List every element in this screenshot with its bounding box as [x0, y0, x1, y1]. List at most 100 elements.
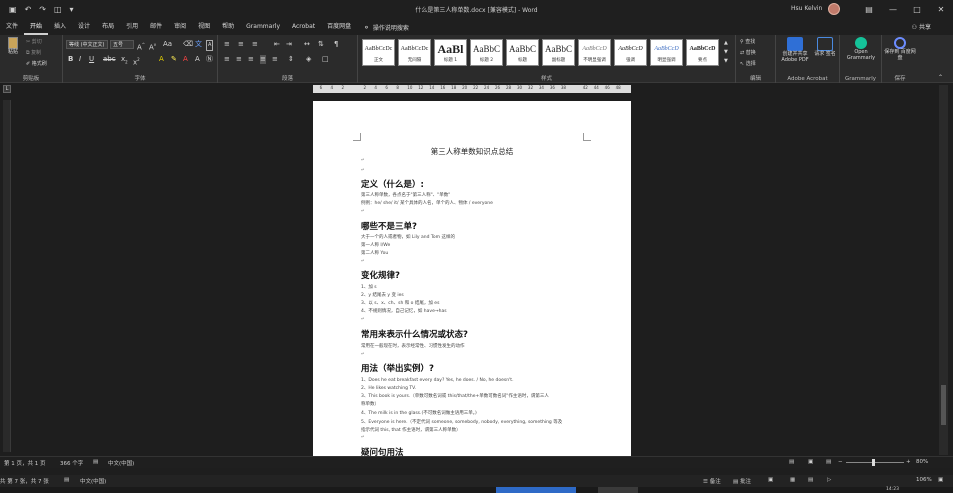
tab-insert[interactable]: 插入: [48, 19, 72, 35]
zoom-level[interactable]: 80%: [916, 459, 928, 465]
increase-indent-icon[interactable]: ⇥: [286, 40, 292, 49]
tab-layout[interactable]: 布局: [96, 19, 120, 35]
slide-count[interactable]: 共 第 7 张，共 7 张: [0, 477, 49, 485]
share-button[interactable]: ⚇ 共享: [912, 22, 931, 31]
borders-icon[interactable]: □: [322, 55, 329, 64]
ribbon-display-icon[interactable]: ▤: [857, 0, 881, 19]
find-button[interactable]: ⚲ 查找: [740, 38, 755, 45]
paste-button[interactable]: 粘贴: [3, 37, 23, 55]
tab-help[interactable]: 帮助: [216, 19, 240, 35]
tell-me-search[interactable]: ⚬ 操作说明搜索: [357, 23, 409, 32]
decrease-indent-icon[interactable]: ⇤: [274, 40, 280, 49]
scrollbar-thumb[interactable]: [941, 385, 946, 425]
slideshow-icon[interactable]: ▷: [827, 477, 831, 483]
asian-layout-icon[interactable]: ↔: [304, 40, 310, 49]
minimize-icon[interactable]: —: [881, 0, 905, 19]
zoom-slider[interactable]: [846, 459, 904, 466]
zoom-out-icon[interactable]: −: [838, 459, 843, 465]
style-subtle-emphasis[interactable]: AaBbCcD 不明显强调: [578, 39, 611, 66]
select-button[interactable]: ↖ 选择: [740, 60, 756, 67]
grow-font-icon[interactable]: A^: [137, 40, 145, 52]
normal-view-icon[interactable]: ▣: [768, 477, 773, 483]
web-layout-icon[interactable]: ▤: [826, 459, 831, 465]
proofing-icon[interactable]: ▤: [93, 459, 98, 465]
notes-button[interactable]: ☰ 备注: [703, 477, 721, 485]
horizontal-ruler[interactable]: 6 4 2 2 4 6 8 10 12 14 16 18 20 22 24 26 28 30 32 34 36 38 42 4…: [313, 85, 631, 93]
open-grammarly-button[interactable]: Open Grammarly: [842, 37, 880, 61]
align-right-icon[interactable]: ≡: [248, 55, 254, 64]
change-case-icon[interactable]: Aa: [163, 40, 172, 49]
justify-icon[interactable]: ≡: [260, 55, 266, 64]
align-left-icon[interactable]: ≡: [224, 55, 230, 64]
maximize-icon[interactable]: □: [905, 0, 929, 19]
font-color-icon[interactable]: A: [183, 55, 188, 64]
tab-mailings[interactable]: 邮件: [144, 19, 168, 35]
tab-file[interactable]: 文件: [0, 19, 24, 35]
format-painter-button[interactable]: ✐ 格式刷: [26, 60, 47, 67]
style-strong[interactable]: AaBbCcD 要点: [686, 39, 719, 66]
tab-acrobat[interactable]: Acrobat: [286, 19, 321, 35]
align-center-icon[interactable]: ≡: [236, 55, 242, 64]
word-count[interactable]: 366 个字: [60, 459, 83, 467]
strikethrough-icon[interactable]: abc: [103, 55, 116, 64]
tab-home[interactable]: 开始: [24, 19, 49, 35]
tab-references[interactable]: 引用: [120, 19, 144, 35]
create-pdf-button[interactable]: 创建并共享 Adobe PDF: [778, 37, 812, 63]
font-name-combo[interactable]: 等线 (中文正文): [66, 40, 108, 49]
character-border-icon[interactable]: A: [206, 40, 214, 51]
phonetic-guide-icon[interactable]: 文: [195, 40, 202, 49]
vertical-scrollbar[interactable]: [939, 85, 948, 455]
underline-icon[interactable]: U: [89, 55, 94, 64]
zoom-slider-knob[interactable]: [872, 459, 875, 466]
style-title[interactable]: AaBbC 标题: [506, 39, 539, 66]
style-intense-emphasis[interactable]: AaBbCcD 明显强调: [650, 39, 683, 66]
shrink-font-icon[interactable]: Av: [149, 40, 156, 52]
replace-button[interactable]: ⇄ 替换: [740, 49, 756, 56]
vertical-ruler[interactable]: [3, 100, 11, 452]
line-spacing-icon[interactable]: ⇕: [288, 55, 294, 64]
print-layout-icon[interactable]: ▣: [808, 459, 813, 465]
fit-slide-icon[interactable]: ▣: [938, 477, 943, 483]
tab-grammarly[interactable]: Grammarly: [240, 19, 286, 35]
language-indicator-2[interactable]: 中文(中国): [80, 477, 106, 485]
slide-sorter-icon[interactable]: ▦: [790, 477, 795, 483]
enclose-characters-icon[interactable]: Ⓝ: [206, 55, 213, 64]
close-icon[interactable]: ✕: [929, 0, 953, 19]
multilevel-list-icon[interactable]: ≡: [252, 40, 258, 49]
show-marks-icon[interactable]: ¶: [334, 40, 338, 49]
avatar[interactable]: [828, 3, 840, 15]
save-baidu-button[interactable]: 保存到 百度网盘: [884, 37, 916, 61]
bullets-icon[interactable]: ≡: [224, 40, 230, 49]
comments-button[interactable]: ▤ 批注: [733, 477, 751, 485]
cut-button[interactable]: ✂ 剪切: [26, 38, 42, 45]
shading-icon[interactable]: ◈: [306, 55, 311, 64]
style-heading-2[interactable]: AaBbC 标题 2: [470, 39, 503, 66]
style-heading-1[interactable]: AaBl 标题 1: [434, 39, 467, 66]
read-mode-icon[interactable]: ▤: [789, 459, 794, 465]
styles-more-icon[interactable]: ▼: [724, 57, 728, 66]
tab-baidu[interactable]: 百度网盘: [321, 19, 357, 35]
zoom-level-2[interactable]: 106%: [916, 477, 932, 483]
styles-scroll-up-icon[interactable]: ▲: [724, 39, 728, 48]
style-no-spacing[interactable]: AaBbCcDc 无间隔: [398, 39, 431, 66]
highlight-icon[interactable]: ✎: [171, 55, 177, 64]
style-normal[interactable]: AaBbCcDc 正文: [362, 39, 395, 66]
styles-scroll-down-icon[interactable]: ▼: [724, 48, 728, 57]
accessibility-icon[interactable]: ▤: [64, 477, 69, 483]
subscript-icon[interactable]: x2: [121, 55, 128, 66]
taskbar-active-app[interactable]: [496, 487, 576, 493]
tab-view[interactable]: 视图: [192, 19, 216, 35]
document-page[interactable]: 第三人称单数知识点总结 ↵ ↵ 定义（什么是）: 第三人称单数，各点名于"第三人…: [313, 101, 631, 456]
numbering-icon[interactable]: ≡: [238, 40, 244, 49]
reading-view-icon[interactable]: ▤: [808, 477, 813, 483]
request-sign-button[interactable]: 请求 签名: [814, 37, 836, 57]
user-name[interactable]: Hsu Kelvin: [791, 5, 822, 12]
tab-design[interactable]: 设计: [72, 19, 96, 35]
taskbar-app[interactable]: [598, 487, 638, 493]
character-shading-icon[interactable]: A: [195, 55, 200, 64]
sort-icon[interactable]: ⇅: [318, 40, 324, 49]
italic-icon[interactable]: I: [79, 55, 81, 64]
style-subtitle[interactable]: AaBbC 副标题: [542, 39, 575, 66]
font-size-combo[interactable]: 五号: [110, 40, 134, 49]
superscript-icon[interactable]: x2: [133, 55, 140, 67]
